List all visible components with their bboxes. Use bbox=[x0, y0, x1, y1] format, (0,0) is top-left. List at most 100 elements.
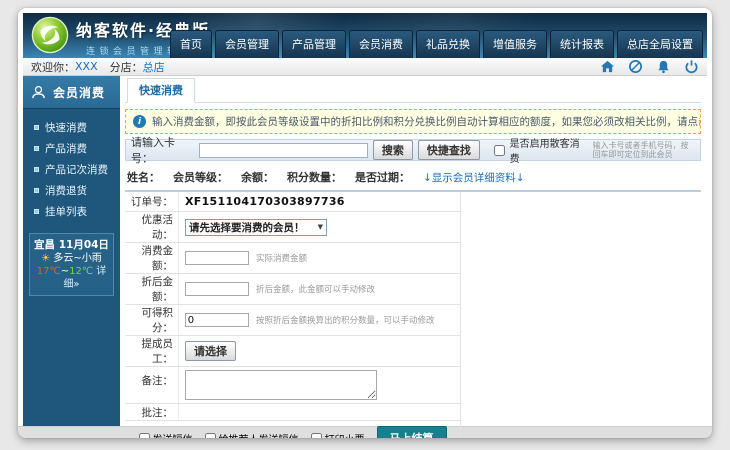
amount-hint: 实际消费金额 bbox=[256, 252, 307, 264]
consume-form: 订单号： XF151104170303897736 优惠活动： 请先选择要消费的… bbox=[125, 192, 461, 438]
branch-link[interactable]: 总店 bbox=[143, 59, 165, 75]
branch-label: 分店： bbox=[110, 59, 143, 75]
send-sms-label: 发送短信 bbox=[153, 431, 193, 439]
member-detail-link[interactable]: ↓显示会员详细资料↓ bbox=[423, 170, 525, 185]
sidebar-item-label: 产品消费 bbox=[45, 141, 87, 156]
sidebar-item-pending-orders[interactable]: 挂单列表 bbox=[23, 201, 120, 222]
sidebar-item-product-consume[interactable]: 产品消费 bbox=[23, 138, 120, 159]
promo-selected-value: 请先选择要消费的会员！ bbox=[189, 220, 305, 235]
bullet-icon bbox=[34, 167, 39, 172]
actions-row: 发送短信 给推荐人发送短信 打印小票 马上结算 bbox=[125, 421, 460, 438]
bullet-icon bbox=[34, 209, 39, 214]
order-number: XF151104170303897736 bbox=[185, 195, 345, 208]
referrer-sms-checkbox[interactable] bbox=[205, 433, 216, 439]
search-button[interactable]: 搜索 bbox=[373, 140, 413, 160]
welcome-bar: 欢迎你： XXX 分店： 总店 bbox=[23, 58, 707, 76]
bullet-icon bbox=[34, 125, 39, 130]
order-row: 订单号： XF151104170303897736 bbox=[125, 192, 460, 212]
member-info-row: 姓名： 会员等级： 余额： 积分数量： 是否过期： ↓显示会员详细资料↓ bbox=[125, 165, 701, 192]
send-sms-checkbox[interactable] bbox=[139, 433, 150, 439]
sidebar: 会员消费 快速消费 产品消费 产品记次消费 消费退货 bbox=[23, 76, 120, 426]
power-logout-icon[interactable] bbox=[684, 59, 699, 74]
member-balance-label: 余额： bbox=[241, 169, 274, 185]
username: XXX bbox=[75, 60, 98, 73]
points-input[interactable] bbox=[185, 313, 249, 327]
bullet-icon bbox=[34, 146, 39, 151]
temp-low: 12℃ bbox=[69, 266, 93, 277]
discount-row: 折后金额： 折后金额，此金额可以手动修改 bbox=[125, 274, 460, 305]
amount-label: 消费金额： bbox=[125, 243, 179, 273]
sun-cloud-icon: ☀ bbox=[41, 253, 50, 264]
card-number-label: 请输入卡号： bbox=[131, 134, 194, 166]
weather-city-date: 宜昌 11月04日 bbox=[32, 239, 111, 252]
sidebar-item-consume-refund[interactable]: 消费退货 bbox=[23, 180, 120, 201]
notice-bar: i 输入消费金额，即按此会员等级设置中的折扣比例和积分兑换比例自动计算相应的额度… bbox=[125, 109, 701, 134]
promo-row: 优惠活动： 请先选择要消费的会员！ ▼ bbox=[125, 212, 460, 243]
main-tab-strip: 快速消费 bbox=[125, 82, 701, 103]
points-label: 可得积分： bbox=[125, 305, 179, 335]
nav-tab-member-consume[interactable]: 会员消费 bbox=[349, 30, 413, 58]
remark-label: 备注： bbox=[125, 367, 179, 403]
remark-row: 备注： bbox=[125, 367, 460, 404]
member-expired-label: 是否过期： bbox=[355, 169, 410, 185]
nav-tab-product-mgmt[interactable]: 产品管理 bbox=[282, 30, 346, 58]
points-hint: 按照折后金额换算出的积分数量，可以手动修改 bbox=[256, 314, 435, 326]
walkin-consume-label: 是否启用散客消费 bbox=[510, 135, 586, 165]
quick-find-button[interactable]: 快捷查找 bbox=[418, 140, 480, 160]
chevron-down-icon: ▼ bbox=[318, 223, 323, 231]
content-row: 会员消费 快速消费 产品消费 产品记次消费 消费退货 bbox=[23, 76, 707, 426]
temp-high: 17℃ bbox=[37, 266, 61, 277]
sidebar-item-label: 快速消费 bbox=[45, 120, 87, 135]
sidebar-item-product-count-consume[interactable]: 产品记次消费 bbox=[23, 159, 120, 180]
nav-tab-global-settings[interactable]: 总店全局设置 bbox=[617, 30, 703, 58]
settle-now-button[interactable]: 马上结算 bbox=[377, 426, 447, 438]
app-window: 纳客软件·经典版 连锁会员管理软件 首页 会员管理 产品管理 会员消费 礼品兑换… bbox=[18, 8, 712, 438]
welcome-label: 欢迎你： bbox=[31, 59, 75, 75]
sidebar-menu: 快速消费 产品消费 产品记次消费 消费退货 挂单列表 bbox=[23, 109, 120, 224]
nav-tab-gift-exchange[interactable]: 礼品兑换 bbox=[416, 30, 480, 58]
sidebar-item-label: 消费退货 bbox=[45, 183, 87, 198]
weather-condition: ☀ 多云~小雨 bbox=[32, 252, 111, 265]
discount-hint: 折后金额，此金额可以手动修改 bbox=[256, 283, 375, 295]
amount-input[interactable] bbox=[185, 251, 249, 265]
discount-amount-input[interactable] bbox=[185, 282, 249, 296]
nav-tab-home[interactable]: 首页 bbox=[170, 30, 212, 58]
member-person-icon bbox=[30, 84, 47, 101]
home-icon[interactable] bbox=[600, 59, 615, 74]
sidebar-item-quick-consume[interactable]: 快速消费 bbox=[23, 117, 120, 138]
staff-label: 提成员工： bbox=[125, 336, 179, 366]
card-search-bar: 请输入卡号： 搜索 快捷查找 是否启用散客消费 输入卡号或者手机号码，按回车即可… bbox=[125, 139, 701, 161]
card-input-hint: 输入卡号或者手机号码，按回车即可定位到此会员 bbox=[593, 141, 695, 159]
discount-label: 折后金额： bbox=[125, 274, 179, 304]
bullet-icon bbox=[34, 188, 39, 193]
main-panel: 快速消费 i 输入消费金额，即按此会员等级设置中的折扣比例和积分兑换比例自动计算… bbox=[120, 76, 707, 426]
weather-widget: 宜昌 11月04日 ☀ 多云~小雨 17℃~12℃ 详细» bbox=[29, 233, 114, 296]
member-name-label: 姓名： bbox=[127, 169, 160, 185]
nav-tab-reports[interactable]: 统计报表 bbox=[550, 30, 614, 58]
nav-tab-value-added[interactable]: 增值服务 bbox=[483, 30, 547, 58]
tab-quick-consume[interactable]: 快速消费 bbox=[127, 78, 195, 103]
sidebar-header: 会员消费 bbox=[23, 76, 120, 109]
lock-screen-icon[interactable] bbox=[628, 59, 643, 74]
note-label: 批注： bbox=[125, 404, 179, 420]
member-points-label: 积分数量： bbox=[287, 169, 342, 185]
amount-row: 消费金额： 实际消费金额 bbox=[125, 243, 460, 274]
referrer-sms-label: 给推荐人发送短信 bbox=[219, 431, 299, 439]
sidebar-item-label: 挂单列表 bbox=[45, 204, 87, 219]
order-label: 订单号： bbox=[125, 192, 179, 211]
promo-select[interactable]: 请先选择要消费的会员！ ▼ bbox=[185, 219, 327, 236]
remark-textarea[interactable] bbox=[185, 370, 377, 400]
sidebar-item-label: 产品记次消费 bbox=[45, 162, 108, 177]
promo-label: 优惠活动： bbox=[125, 212, 179, 242]
weather-temps: 17℃~12℃ 详细» bbox=[32, 265, 111, 291]
print-receipt-checkbox[interactable] bbox=[311, 433, 322, 439]
points-row: 可得积分： 按照折后金额换算出的积分数量，可以手动修改 bbox=[125, 305, 460, 336]
select-staff-button[interactable]: 请选择 bbox=[185, 341, 236, 361]
quick-icons bbox=[600, 59, 699, 74]
note-row: 批注： bbox=[125, 404, 460, 421]
card-number-input[interactable] bbox=[199, 143, 368, 158]
walkin-consume-checkbox[interactable] bbox=[494, 145, 505, 156]
nav-tab-member-mgmt[interactable]: 会员管理 bbox=[215, 30, 279, 58]
notification-bell-icon[interactable] bbox=[656, 59, 671, 74]
sidebar-title: 会员消费 bbox=[53, 84, 105, 101]
